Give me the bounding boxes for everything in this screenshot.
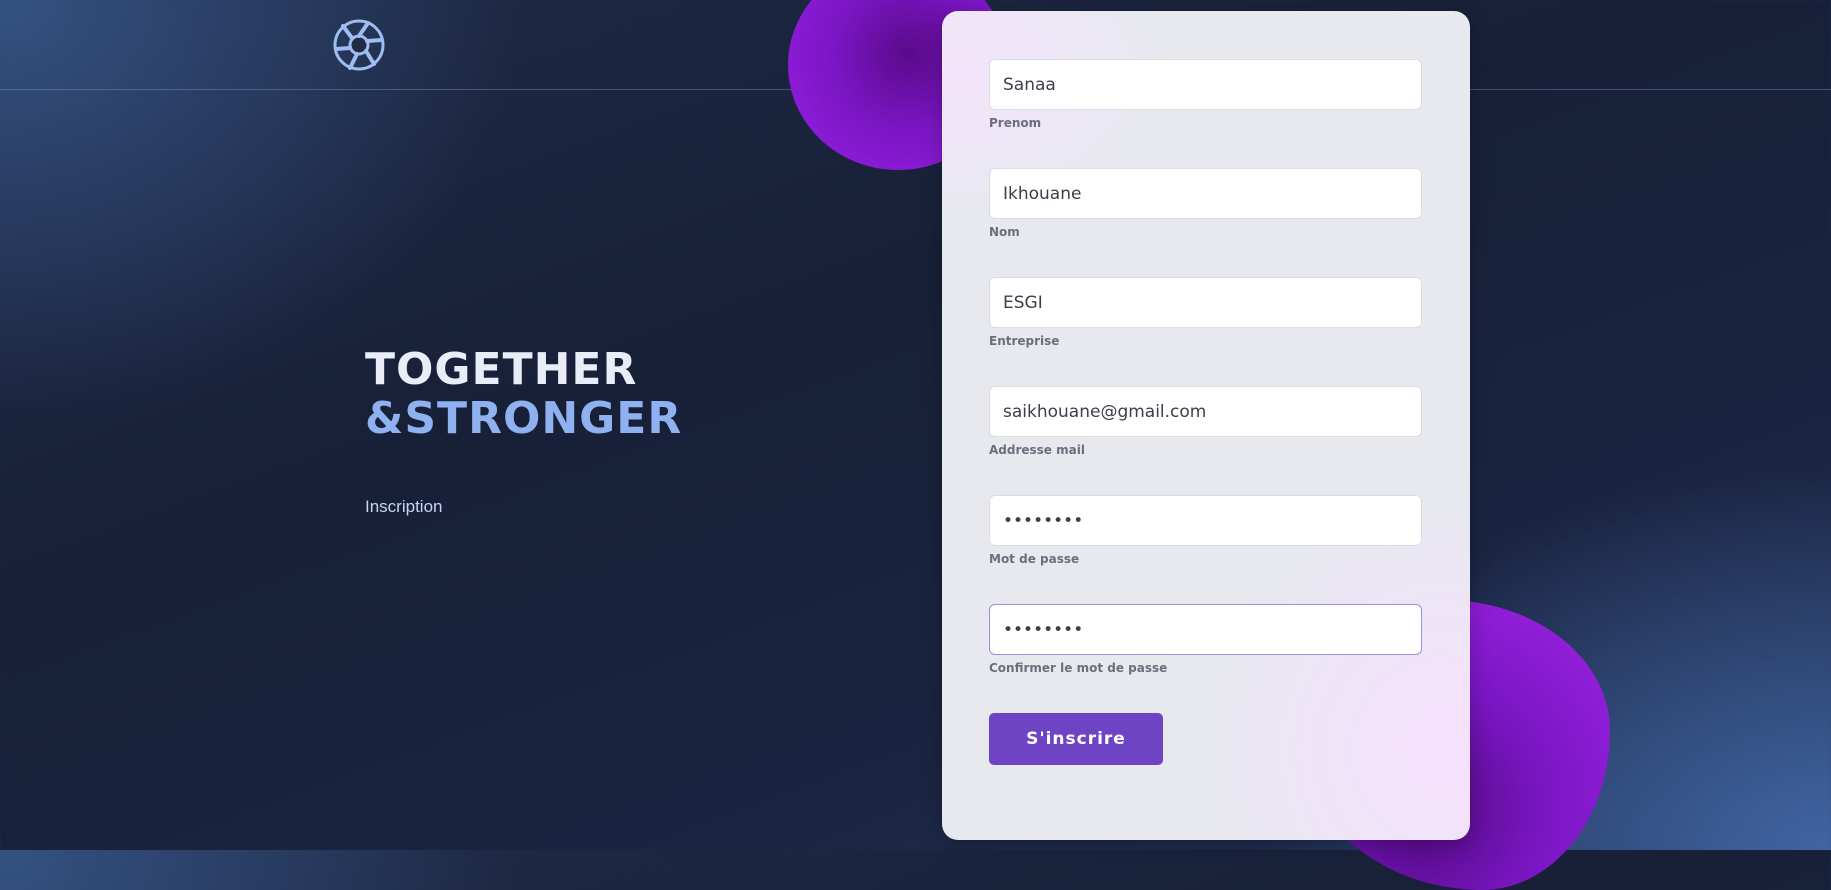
first-name-field-group: Prenom (989, 59, 1422, 130)
confirm-password-input[interactable] (989, 604, 1422, 655)
hero-title: TOGETHER &STRONGER (365, 345, 682, 443)
password-input[interactable] (989, 495, 1422, 546)
password-label: Mot de passe (989, 552, 1080, 566)
confirm-password-field-group: Confirmer le mot de passe (989, 604, 1422, 675)
signup-form-card: Prenom Nom Entreprise Addresse mail Mot … (942, 11, 1470, 840)
email-input[interactable] (989, 386, 1422, 437)
hero-title-line2: &STRONGER (365, 393, 683, 444)
company-label: Entreprise (989, 334, 1060, 348)
company-field-group: Entreprise (989, 277, 1422, 348)
last-name-field-group: Nom (989, 168, 1422, 239)
confirm-password-label: Confirmer le mot de passe (989, 661, 1168, 675)
signup-button[interactable]: S'inscrire (989, 713, 1163, 765)
password-field-group: Mot de passe (989, 495, 1422, 566)
hero-title-line1: TOGETHER (365, 344, 638, 395)
page-subtitle: Inscription (365, 497, 443, 516)
last-name-input[interactable] (989, 168, 1422, 219)
aperture-logo-icon[interactable] (332, 18, 386, 72)
email-field-group: Addresse mail (989, 386, 1422, 457)
email-label: Addresse mail (989, 443, 1085, 457)
last-name-label: Nom (989, 225, 1020, 239)
first-name-label: Prenom (989, 116, 1042, 130)
first-name-input[interactable] (989, 59, 1422, 110)
company-input[interactable] (989, 277, 1422, 328)
